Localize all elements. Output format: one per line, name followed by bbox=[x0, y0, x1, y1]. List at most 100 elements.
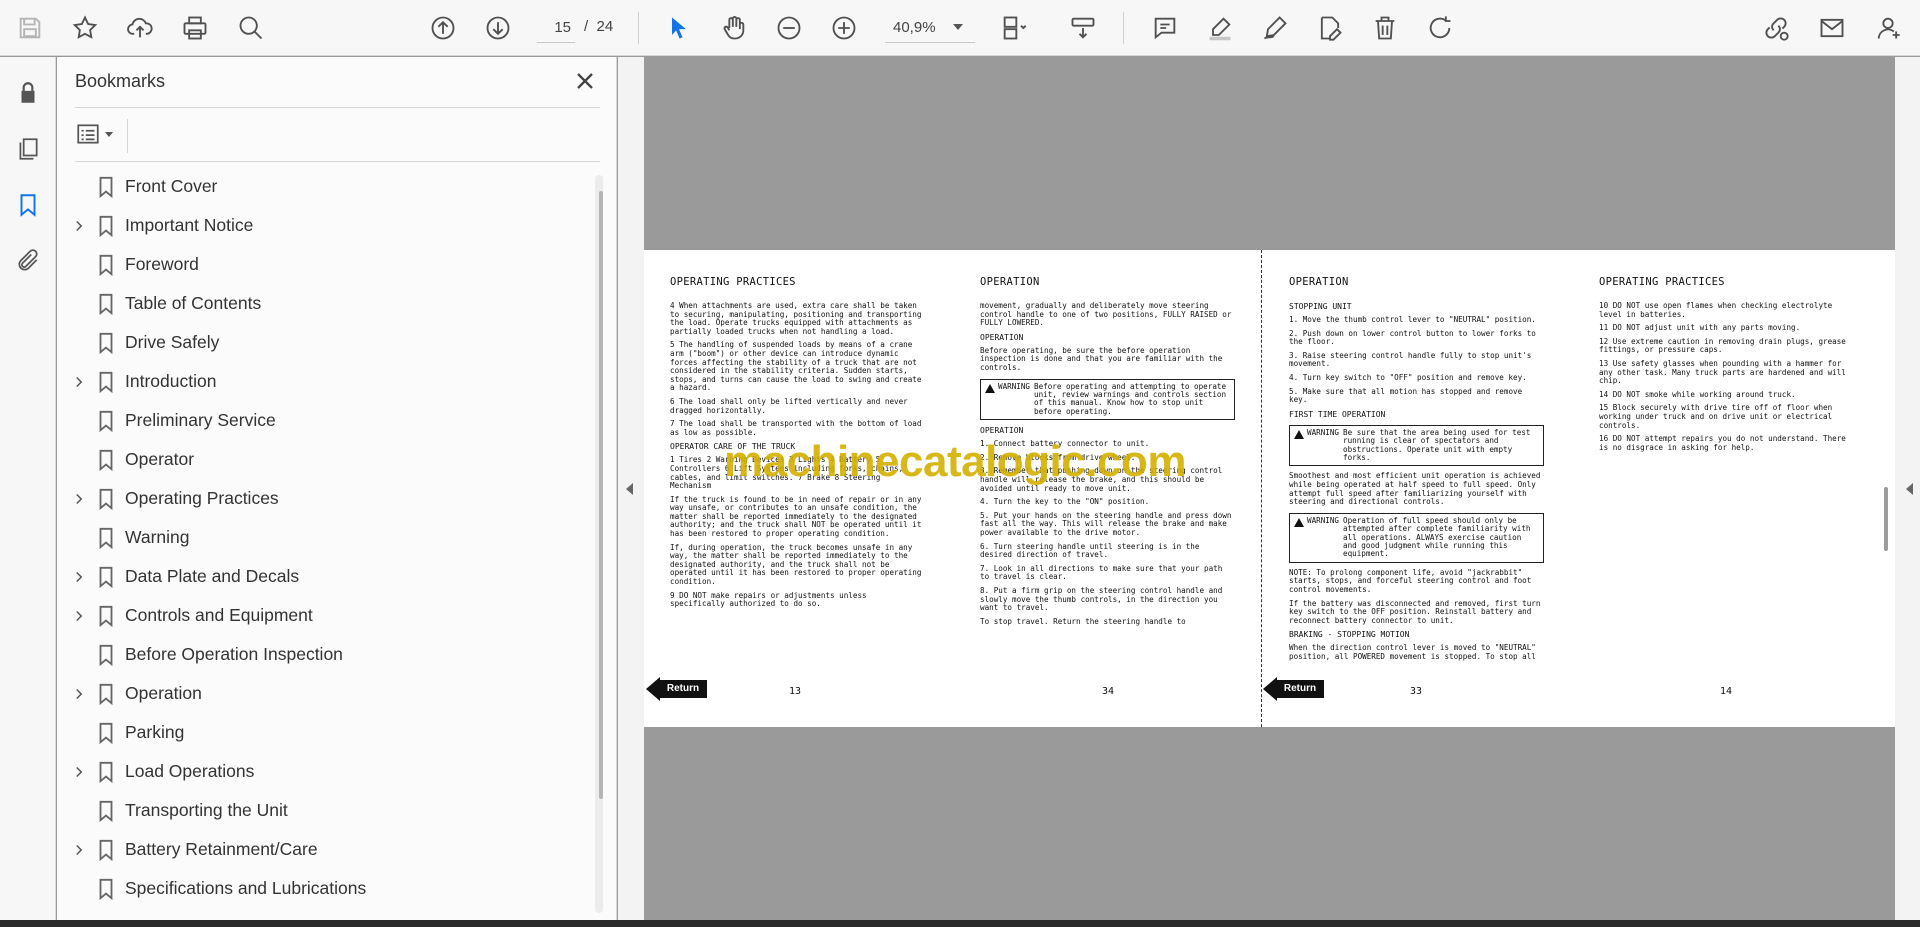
zoom-search-icon[interactable] bbox=[233, 10, 269, 46]
bookmark-item[interactable]: Front Cover bbox=[57, 167, 592, 206]
bookmark-item[interactable]: Battery Retainment/Care bbox=[57, 830, 592, 869]
page-number-input[interactable] bbox=[537, 13, 575, 43]
page-thumbnails-icon[interactable] bbox=[10, 131, 46, 167]
bookmark-list: Front Cover Important Notice Foreword Table… bbox=[57, 167, 592, 908]
prev-page-icon[interactable] bbox=[425, 10, 461, 46]
bookmark-icon bbox=[95, 643, 117, 667]
chevron-right-icon[interactable] bbox=[70, 841, 88, 859]
expand-right-pane-icon[interactable] bbox=[1906, 483, 1913, 495]
bookmark-icon bbox=[95, 253, 117, 277]
list-options-icon bbox=[77, 124, 99, 144]
bookmark-item[interactable]: Drive Safely bbox=[57, 323, 592, 362]
bookmark-item[interactable]: Operator bbox=[57, 440, 592, 479]
save-icon[interactable] bbox=[12, 10, 48, 46]
bookmark-label: Drive Safely bbox=[125, 332, 220, 352]
bookmark-item[interactable]: Load Operations bbox=[57, 752, 592, 791]
paragraph: 5. Make sure that all motion has stopped… bbox=[1289, 386, 1523, 405]
warning-text: Operation of full speed should only be a… bbox=[1343, 515, 1531, 559]
attachments-icon[interactable] bbox=[10, 243, 46, 279]
return-button[interactable]: Return bbox=[1263, 677, 1325, 701]
bookmark-label: Operator bbox=[125, 449, 195, 469]
paragraph: 16 DO NOT attempt repairs you do not und… bbox=[1599, 434, 1846, 452]
document-viewport[interactable]: OPERATING PRACTICES 4 When attachments ar… bbox=[618, 57, 1920, 920]
bookmark-item[interactable]: Introduction bbox=[57, 362, 592, 401]
upload-icon[interactable] bbox=[122, 10, 158, 46]
select-cursor-icon[interactable] bbox=[661, 10, 697, 46]
chevron-right-icon[interactable] bbox=[70, 373, 88, 391]
email-icon[interactable] bbox=[1814, 10, 1850, 46]
comment-icon[interactable] bbox=[1147, 10, 1183, 46]
zoom-dropdown-icon[interactable] bbox=[953, 24, 963, 30]
share-link-icon[interactable] bbox=[1758, 10, 1794, 46]
bookmark-item[interactable]: Operating Practices bbox=[57, 479, 592, 518]
bookmark-options-button[interactable] bbox=[75, 119, 125, 149]
warning-triangle-icon bbox=[1294, 429, 1304, 439]
bookmark-item[interactable]: Table of Contents bbox=[57, 284, 592, 323]
bookmark-icon bbox=[95, 331, 117, 355]
bookmark-icon bbox=[95, 565, 117, 589]
chevron-right-icon[interactable] bbox=[70, 763, 88, 781]
next-page-icon[interactable] bbox=[480, 10, 516, 46]
highlight-icon[interactable] bbox=[1202, 10, 1238, 46]
panel-scrollbar-thumb[interactable] bbox=[599, 191, 603, 799]
hand-icon[interactable] bbox=[716, 10, 752, 46]
document-scrollbar-thumb[interactable] bbox=[1884, 487, 1888, 551]
paragraph: 12 Use extreme caution in removing drain… bbox=[1599, 336, 1846, 355]
bookmark-icon bbox=[95, 448, 117, 472]
bookmark-label: Specifications and Lubrications bbox=[125, 878, 367, 898]
sign-icon[interactable] bbox=[1257, 10, 1293, 46]
paragraph: 4. Turn the key to the "ON" position. bbox=[980, 497, 1150, 507]
page-fit-icon[interactable] bbox=[996, 10, 1032, 46]
chevron-right-icon[interactable] bbox=[70, 607, 88, 625]
bookmark-item[interactable]: Transporting the Unit bbox=[57, 791, 592, 830]
collapse-left-icon[interactable] bbox=[626, 483, 633, 495]
bookmark-item[interactable]: Foreword bbox=[57, 245, 592, 284]
close-icon[interactable] bbox=[571, 67, 599, 95]
bookmark-icon bbox=[95, 760, 117, 784]
edit-icon[interactable] bbox=[1312, 10, 1348, 46]
rotate-icon[interactable] bbox=[1422, 10, 1458, 46]
return-button[interactable]: Return bbox=[646, 677, 708, 701]
star-icon[interactable] bbox=[67, 10, 103, 46]
print-icon[interactable] bbox=[177, 10, 213, 46]
paragraph: 4 When attachments are used, extra care … bbox=[670, 301, 922, 336]
bookmark-item[interactable]: Parking bbox=[57, 713, 592, 752]
paragraph: 2. Push down on lower control button to … bbox=[1289, 328, 1536, 347]
bookmark-item[interactable]: Before Operation Inspection bbox=[57, 635, 592, 674]
zoom-out-icon[interactable] bbox=[771, 10, 807, 46]
chevron-right-icon[interactable] bbox=[70, 685, 88, 703]
bookmark-item[interactable]: Operation bbox=[57, 674, 592, 713]
page-heading: OPERATING PRACTICES bbox=[670, 276, 796, 288]
lock-icon[interactable] bbox=[10, 75, 46, 111]
warning-label: WARNING bbox=[1307, 515, 1340, 525]
bookmark-item[interactable]: Controls and Equipment bbox=[57, 596, 592, 635]
chevron-right-icon[interactable] bbox=[70, 490, 88, 508]
paragraph: Before operating, be sure the before ope… bbox=[980, 345, 1223, 372]
document-page-column: OPERATING PRACTICES 10 DO NOT use open fl… bbox=[1599, 276, 1854, 457]
paragraph: 7. Look in all directions to make sure t… bbox=[980, 563, 1223, 582]
bookmark-label: Controls and Equipment bbox=[125, 605, 313, 625]
bookmark-icon bbox=[95, 409, 117, 433]
scroll-mode-icon[interactable] bbox=[1065, 10, 1101, 46]
account-icon[interactable] bbox=[1870, 10, 1906, 46]
page-number: 33 bbox=[1410, 686, 1423, 697]
bookmark-item[interactable]: Important Notice bbox=[57, 206, 592, 245]
bookmark-label: Load Operations bbox=[125, 761, 255, 781]
bookmark-item[interactable]: Warning bbox=[57, 518, 592, 557]
bookmark-item[interactable]: Specifications and Lubrications bbox=[57, 869, 592, 908]
bookmark-item[interactable]: Data Plate and Decals bbox=[57, 557, 592, 596]
bookmarks-panel-icon[interactable] bbox=[10, 187, 46, 223]
paragraph: If, during operation, the truck becomes … bbox=[670, 542, 922, 587]
section-subheading: BRAKING - STOPPING MOTION bbox=[1289, 630, 1410, 640]
section-subheading: OPERATION bbox=[980, 426, 1024, 436]
bookmark-item[interactable]: Preliminary Service bbox=[57, 401, 592, 440]
zoom-in-icon[interactable] bbox=[826, 10, 862, 46]
delete-icon[interactable] bbox=[1367, 10, 1403, 46]
warning-triangle-icon bbox=[985, 383, 995, 393]
page-number: 34 bbox=[1102, 686, 1115, 697]
bookmark-label: Introduction bbox=[125, 371, 217, 391]
chevron-right-icon[interactable] bbox=[70, 568, 88, 586]
chevron-right-icon[interactable] bbox=[70, 217, 88, 235]
bookmark-icon bbox=[95, 487, 117, 511]
section-subheading: FIRST TIME OPERATION bbox=[1289, 409, 1386, 419]
